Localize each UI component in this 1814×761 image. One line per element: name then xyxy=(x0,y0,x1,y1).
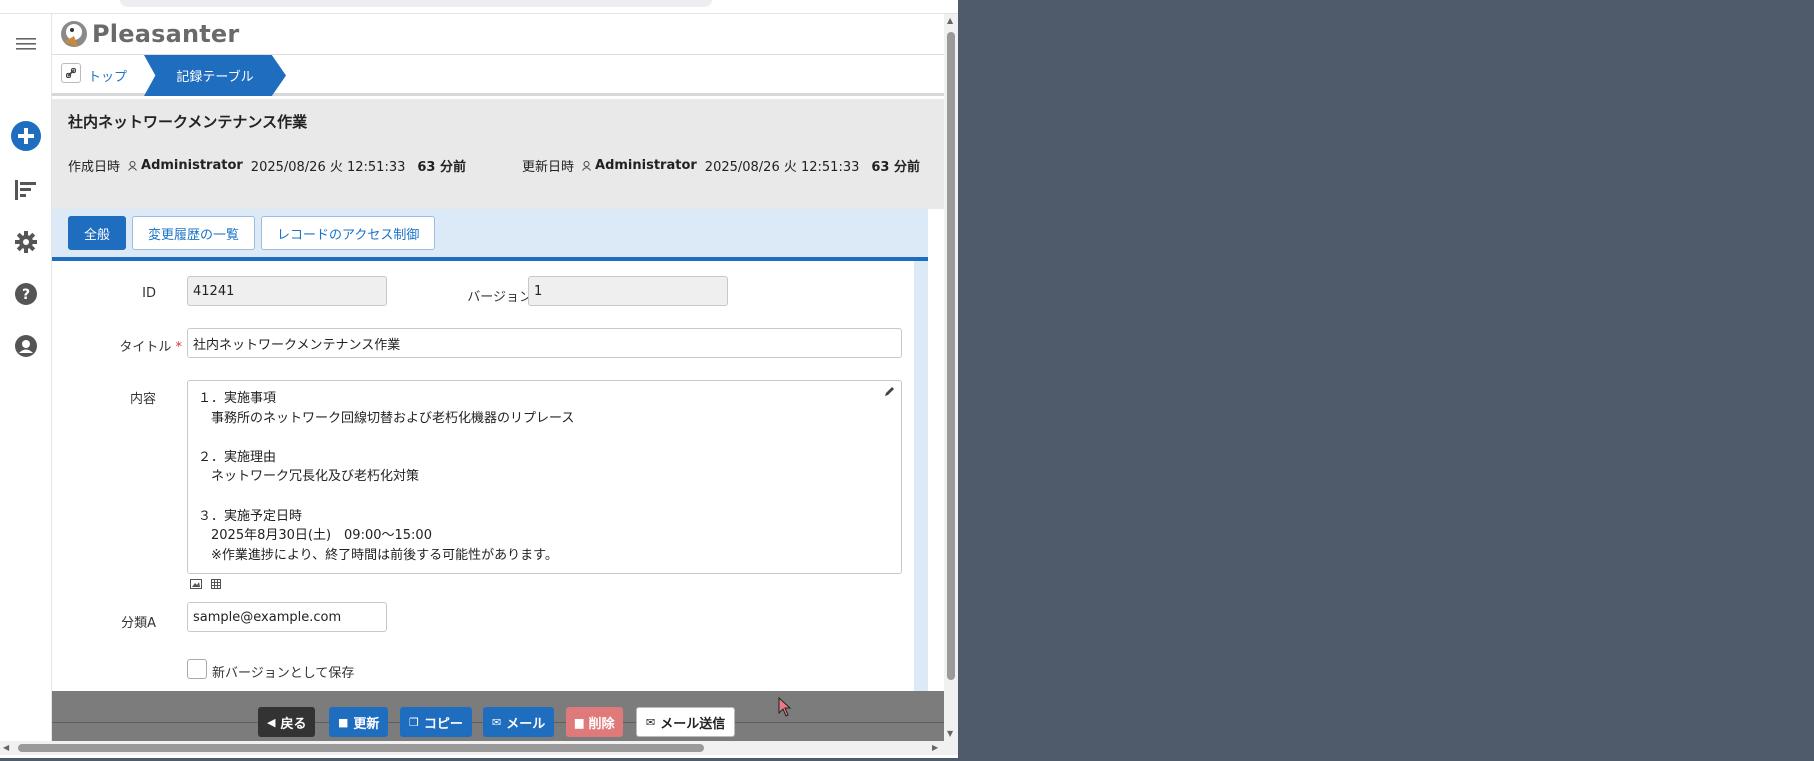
action-footer: ◀ 戻る ■ 更新 ❐ コピー ✉ メール ▆ 削除 ✉ メール送信 xyxy=(52,691,944,741)
horizontal-scroll-thumb[interactable] xyxy=(18,744,704,752)
created-user[interactable]: Administrator xyxy=(141,158,243,173)
new-version-checkbox[interactable] xyxy=(187,659,207,679)
add-record-icon[interactable] xyxy=(10,120,42,152)
table-view-icon[interactable] xyxy=(10,174,42,206)
hamburger-menu-icon[interactable] xyxy=(10,28,42,60)
version-label: バージョン xyxy=(467,290,532,305)
new-version-label: 新バージョンとして保存 xyxy=(212,666,355,681)
record-header: 社内ネットワークメンテナンス作業 作成日時 Administrator 2025… xyxy=(52,99,944,209)
scroll-right-arrow-icon[interactable]: ▶ xyxy=(932,743,938,752)
app-logo[interactable]: Pleasanter xyxy=(60,18,239,50)
tab-bar: 全般 変更履歴の一覧 レコードのアクセス制御 xyxy=(52,209,928,261)
updated-ago: 63 分前 xyxy=(871,160,921,175)
required-mark: * xyxy=(175,340,183,355)
copy-button-label: コピー xyxy=(423,716,463,732)
breadcrumb-current[interactable]: 記録テーブル xyxy=(144,55,286,96)
copy-icon: ❐ xyxy=(409,715,419,729)
back-arrow-icon: ◀ xyxy=(267,715,276,729)
updated-user[interactable]: Administrator xyxy=(595,158,697,173)
delete-button[interactable]: ▆ 削除 xyxy=(566,707,624,737)
browser-window: ? Pleasanter トップ 記録テーブル 社内ネットワークメンテナンス作業… xyxy=(0,0,958,758)
title-input[interactable]: 社内ネットワークメンテナンス作業 xyxy=(187,328,902,358)
scroll-left-arrow-icon[interactable]: ◀ xyxy=(3,743,9,752)
save-icon: ■ xyxy=(338,715,349,729)
svg-text:?: ? xyxy=(22,287,30,303)
classA-label: 分類A xyxy=(121,616,156,631)
title-label: タイトル * xyxy=(92,336,182,355)
link-icon[interactable] xyxy=(61,63,81,83)
updated-datetime: 2025/08/26 火 12:51:33 xyxy=(704,160,860,175)
address-bar[interactable] xyxy=(120,0,712,7)
id-field: 41241 xyxy=(187,276,387,306)
created-ago: 63 分前 xyxy=(417,160,467,175)
send-mail-button-label: メール送信 xyxy=(660,716,726,732)
mail-button-label: メール xyxy=(506,716,546,732)
edit-pencil-icon[interactable] xyxy=(884,386,895,397)
pleasanter-bird-icon xyxy=(61,21,87,47)
address-strip xyxy=(0,0,958,14)
trash-icon: ▆ xyxy=(575,715,584,729)
tab-general[interactable]: 全般 xyxy=(68,216,127,250)
update-button-label: 更新 xyxy=(353,716,380,732)
breadcrumb-top-link[interactable]: トップ xyxy=(88,66,127,85)
vertical-scroll-thumb[interactable] xyxy=(947,32,955,680)
mouse-cursor-icon xyxy=(778,697,792,717)
mail-icon: ✉ xyxy=(492,715,502,729)
mail-icon: ✉ xyxy=(646,715,656,729)
user-icon xyxy=(128,160,137,171)
content-label: 内容 xyxy=(129,392,156,407)
tab-change-history[interactable]: 変更履歴の一覧 xyxy=(132,216,256,250)
created-info: 作成日時 Administrator 2025/08/26 火 12:51:33… xyxy=(68,156,466,175)
user-account-icon[interactable] xyxy=(10,330,42,362)
logo-text: Pleasanter xyxy=(92,20,240,48)
back-button[interactable]: ◀ 戻る xyxy=(258,707,316,737)
updated-label: 更新日時 xyxy=(522,160,575,175)
send-mail-button[interactable]: ✉ メール送信 xyxy=(636,707,736,737)
content-textarea[interactable]: １．実施事項 事務所のネットワーク回線切替および老朽化機器のリプレース ２．実施… xyxy=(187,380,902,574)
created-datetime: 2025/08/26 火 12:51:33 xyxy=(250,160,406,175)
vertical-scrollbar[interactable]: ▲ ▼ xyxy=(944,14,958,741)
insert-image-icon[interactable] xyxy=(190,579,202,589)
insert-table-icon[interactable] xyxy=(211,579,221,589)
scroll-down-arrow-icon[interactable]: ▼ xyxy=(947,729,953,738)
update-button[interactable]: ■ 更新 xyxy=(329,707,389,737)
version-field: 1 xyxy=(528,276,728,306)
created-label: 作成日時 xyxy=(68,160,121,175)
breadcrumb: トップ 記録テーブル xyxy=(52,54,944,96)
settings-gear-icon[interactable] xyxy=(10,226,42,258)
user-icon xyxy=(582,160,591,171)
copy-button[interactable]: ❐ コピー xyxy=(400,707,472,737)
updated-info: 更新日時 Administrator 2025/08/26 火 12:51:33… xyxy=(522,156,920,175)
id-label: ID xyxy=(142,286,156,301)
classA-input[interactable]: sample@example.com xyxy=(187,602,387,632)
record-title: 社内ネットワークメンテナンス作業 xyxy=(68,113,308,131)
tab-access-control[interactable]: レコードのアクセス制御 xyxy=(261,216,436,250)
main-content: Pleasanter トップ 記録テーブル 社内ネットワークメンテナンス作業 作… xyxy=(52,14,944,741)
horizontal-scrollbar[interactable]: ◀ ▶ xyxy=(0,741,958,755)
title-label-text: タイトル xyxy=(119,340,172,355)
scroll-up-arrow-icon[interactable]: ▲ xyxy=(947,16,953,25)
back-button-label: 戻る xyxy=(280,716,307,732)
mail-button[interactable]: ✉ メール xyxy=(483,707,555,737)
help-icon[interactable]: ? xyxy=(10,278,42,310)
edit-form: ID 41241 バージョン 1 タイトル * 社内ネットワークメンテナンス作業… xyxy=(52,261,928,691)
delete-button-label: 削除 xyxy=(588,716,615,732)
left-nav-rail: ? xyxy=(0,14,52,741)
